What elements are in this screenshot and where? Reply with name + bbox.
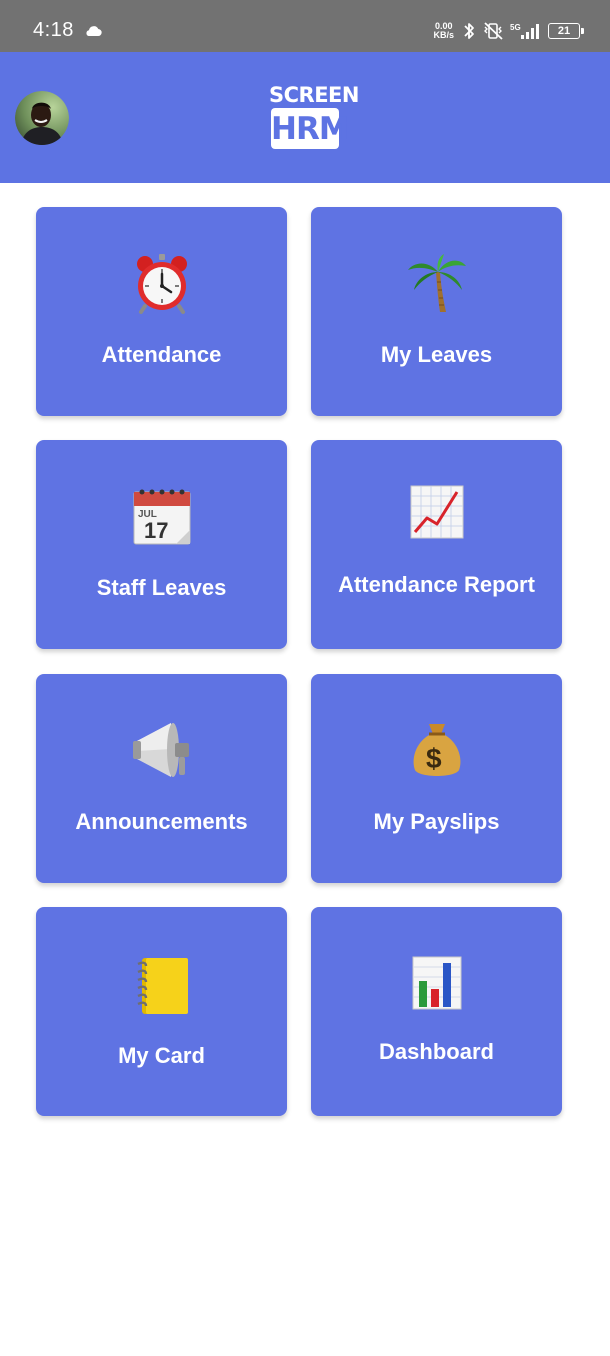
svg-text:17: 17 [144, 518, 168, 543]
battery-level: 21 [557, 25, 571, 37]
alarm-clock-icon [36, 251, 287, 315]
status-time: 4:18 [33, 19, 74, 41]
menu-card-my-leaves[interactable]: My Leaves [311, 207, 562, 416]
vibrate-off-icon [482, 21, 504, 41]
calendar-icon: JUL 17 [36, 484, 287, 548]
svg-text:$: $ [426, 743, 442, 774]
cloud-icon [84, 24, 102, 42]
logo-bottom-text: HRM [271, 108, 350, 149]
net-speed: 0.00 KB/s [433, 22, 454, 40]
menu-card-label: My Payslips [373, 809, 500, 834]
menu-card-label: Attendance [101, 342, 222, 367]
menu-card-label: My Leaves [380, 342, 493, 367]
chart-increasing-icon [311, 480, 562, 544]
net-speed-unit: KB/s [433, 30, 454, 40]
app-header: SCREEN HRM [0, 52, 610, 183]
menu-card-label: My Card [118, 1043, 205, 1068]
logo-top-text: SCREEN [269, 83, 359, 107]
bluetooth-icon [462, 21, 476, 41]
bar-chart-icon [311, 951, 562, 1015]
menu-card-label: Dashboard [379, 1039, 494, 1064]
menu-card-label: Attendance Report [338, 572, 535, 597]
avatar[interactable] [15, 91, 69, 145]
network-type-label: 5G [510, 23, 521, 32]
signal-icon: 5G [510, 21, 542, 41]
megaphone-icon [36, 718, 287, 782]
status-icons: 0.00 KB/s 5G 21 [433, 17, 584, 45]
menu-card-attendance[interactable]: Attendance [36, 207, 287, 416]
menu-card-label: Announcements [75, 809, 248, 834]
menu-card-my-card[interactable]: My Card [36, 907, 287, 1116]
menu-card-label: Staff Leaves [96, 575, 227, 600]
menu-card-announcements[interactable]: Announcements [36, 674, 287, 883]
menu-card-attendance-report[interactable]: Attendance Report [311, 440, 562, 649]
menu-card-my-payslips[interactable]: $ My Payslips [311, 674, 562, 883]
notebook-icon [36, 953, 287, 1017]
menu-card-dashboard[interactable]: Dashboard [311, 907, 562, 1116]
money-bag-icon: $ [311, 718, 562, 782]
palm-tree-icon [311, 251, 562, 315]
menu-card-staff-leaves[interactable]: JUL 17 Staff Leaves [36, 440, 287, 649]
battery-icon: 21 [548, 23, 584, 39]
app-logo: SCREEN HRM [269, 83, 359, 153]
status-bar: 4:18 0.00 KB/s 5G 21 [0, 0, 610, 52]
